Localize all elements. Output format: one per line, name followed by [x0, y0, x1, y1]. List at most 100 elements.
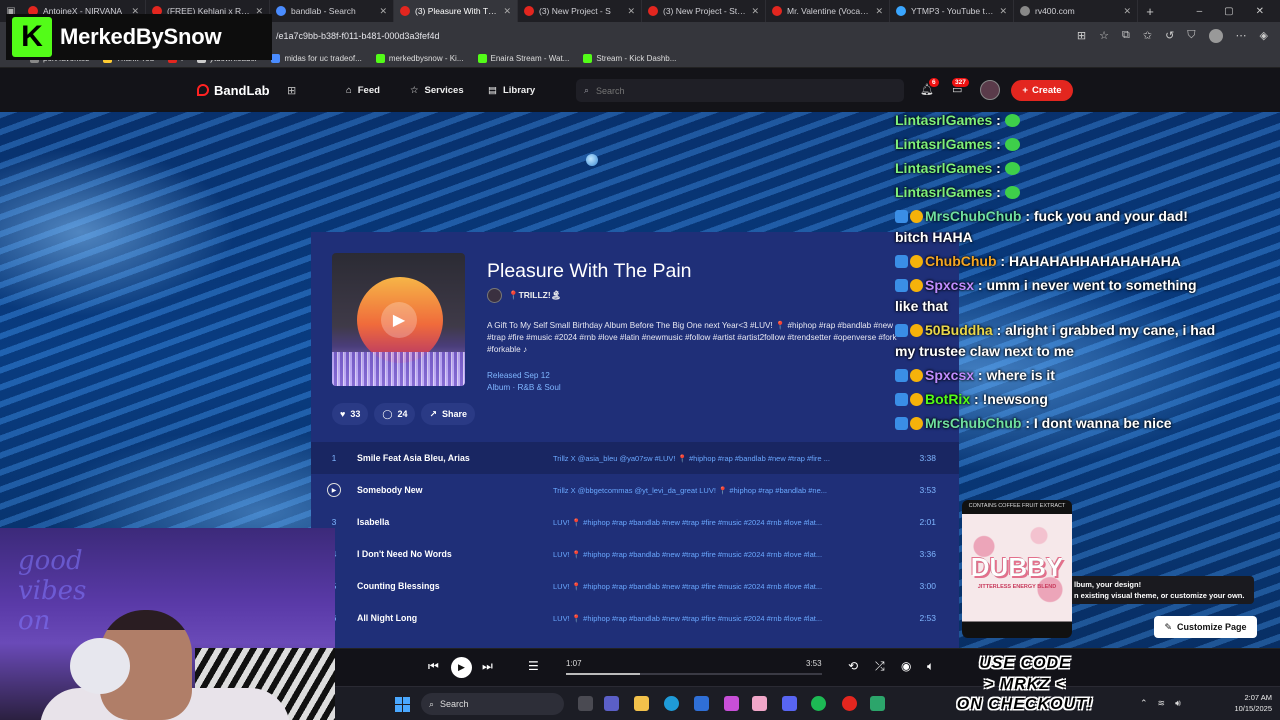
browser-tab[interactable]: bandlab - Search ✕ [270, 0, 394, 22]
artist-link[interactable]: 📍TRILLZ!🏝 [487, 288, 561, 303]
search-input[interactable] [596, 85, 877, 96]
copilot-icon[interactable]: ◈ [1260, 29, 1268, 42]
customize-page-label: Customize Page [1177, 622, 1247, 632]
nav-library[interactable]: ▤ Library [488, 85, 535, 96]
browser-tab[interactable]: (3) New Project - Studio ✕ [642, 0, 766, 22]
create-button[interactable]: + Create [1011, 80, 1073, 101]
browser-tab[interactable]: rv400.com ✕ [1014, 0, 1138, 22]
file-explorer-icon[interactable] [634, 696, 649, 711]
tab-close-icon[interactable]: ✕ [379, 6, 387, 17]
minimize-icon[interactable]: – [1197, 6, 1203, 17]
close-window-icon[interactable]: ✕ [1256, 6, 1264, 17]
tab-close-icon[interactable]: ✕ [627, 6, 635, 17]
more-menu-icon[interactable]: ⋯ [1236, 29, 1247, 42]
history-icon[interactable]: ↺ [1165, 29, 1174, 42]
speaker-icon[interactable]: 🔊︎ [1175, 698, 1181, 709]
track-row[interactable]: 3 Isabella LUV! 📍 #hiphop #rap #bandlab #n… [311, 506, 959, 538]
maximize-icon[interactable]: ▢ [1224, 6, 1233, 17]
cover-play-icon[interactable]: ▶ [381, 302, 417, 338]
tab-close-icon[interactable]: ✕ [503, 6, 511, 17]
bookmark-item[interactable]: Stream - Kick Dashb... [583, 53, 676, 63]
track-row[interactable]: ▶ Somebody New Trillz X @bbgetcommas @yt_l… [311, 474, 959, 506]
track-name: Counting Blessings [357, 581, 440, 591]
share-label: Share [442, 409, 468, 419]
track-row[interactable]: 6All Night LongLUV! 📍 #hiphop #rap #band… [311, 602, 959, 634]
nav-services[interactable]: ☆ Services [410, 85, 464, 96]
bandlab-logo[interactable]: BandLab [197, 83, 270, 98]
wifi-icon[interactable]: ≋ [1158, 698, 1166, 709]
store-icon[interactable] [694, 696, 709, 711]
track-play-icon[interactable]: ▶ [327, 483, 341, 497]
copilot-app-icon[interactable] [724, 696, 739, 711]
windows-start-icon[interactable] [395, 697, 410, 712]
task-view-icon[interactable] [578, 696, 593, 711]
bookmark-item[interactable]: midas for uc tradeof... [271, 53, 362, 63]
track-duration: 2:01 [919, 517, 936, 527]
bookmark-item[interactable]: merkedbysnow - Ki... [375, 53, 464, 63]
tab-close-icon[interactable]: ✕ [1123, 6, 1131, 17]
broadcast-icon[interactable]: ◉ [901, 659, 911, 673]
apps-grid-icon[interactable]: ⊞ [287, 84, 296, 97]
track-duration: 3:53 [919, 485, 936, 495]
track-row[interactable]: 5Counting BlessingsLUV! 📍 #hiphop #rap #… [311, 570, 959, 602]
repeat-icon[interactable]: ⟲ [848, 659, 858, 673]
tab-favicon-icon [896, 6, 906, 16]
notepad-icon[interactable] [870, 696, 885, 711]
streamer-name: MerkedBySnow [60, 24, 222, 49]
user-avatar[interactable] [980, 80, 1000, 100]
browser-tab[interactable]: Mr. Valentine (Vocals C ✕ [766, 0, 890, 22]
album-title: Pleasure With The Pain [487, 260, 692, 282]
discord-icon[interactable] [782, 696, 797, 711]
track-row[interactable]: 4I Don't Need No WordsLUV! 📍 #hiphop #ra… [311, 538, 959, 570]
previous-track-icon[interactable]: ⏮ [428, 659, 439, 674]
extensions-icon[interactable]: ⧉ [1122, 29, 1130, 42]
browser-tab[interactable]: (3) Pleasure With The P ✕ [394, 0, 518, 22]
bookmark-item[interactable]: Enaira Stream - Wat... [477, 53, 569, 63]
bookmark-star-icon[interactable]: ☆ [1099, 29, 1109, 42]
profile-avatar[interactable] [1208, 28, 1223, 43]
bookmark-label: midas for uc tradeof... [284, 53, 362, 63]
nav-feed[interactable]: ⌂ Feed [346, 85, 380, 96]
obs-icon[interactable] [842, 696, 857, 711]
tab-close-icon[interactable]: ✕ [875, 6, 883, 17]
comment-button[interactable]: ◯ 24 [374, 403, 416, 425]
shield-icon[interactable]: ⛉ [1187, 29, 1195, 42]
edge-icon[interactable] [664, 696, 679, 711]
track-description: LUV! 📍 #hiphop #rap #bandlab #new #trap … [553, 517, 823, 527]
customize-page-button[interactable]: ✎ Customize Page [1154, 616, 1257, 638]
artist-name: 📍TRILLZ!🏝 [508, 290, 562, 300]
browser-tab[interactable]: (3) New Project - S ✕ [518, 0, 642, 22]
taskbar-search-label: Search [440, 699, 469, 709]
messages-badge: 327 [952, 78, 969, 87]
play-pause-button[interactable]: ▶ [451, 657, 472, 678]
album-genre[interactable]: Album · R&B & Soul [487, 382, 561, 394]
track-row[interactable]: 1 Smile Feat Asia Bleu, Arias Trillz X @as… [311, 442, 959, 474]
install-icon[interactable]: ⊞ [1077, 29, 1086, 42]
url-field[interactable]: /e1a7c9bb-b38f-f011-b481-000d3a3fef4d [276, 31, 1077, 41]
photos-icon[interactable] [752, 696, 767, 711]
tab-close-icon[interactable]: ✕ [751, 6, 759, 17]
teams-icon[interactable] [604, 696, 619, 711]
bandlab-brand-text: BandLab [214, 82, 270, 98]
comment-icon: ◯ [382, 408, 393, 419]
taskbar-clock[interactable]: 2:07 AM 10/15/2025 [1228, 692, 1272, 714]
chat-emote-icon [1004, 114, 1020, 127]
chat-message: Spxcsx : umm i never went to something l… [895, 275, 1220, 317]
seek-bar[interactable] [566, 673, 822, 675]
chat-username: LintasrlGames [895, 136, 993, 152]
tray-chevron-icon[interactable]: ⌃ [1140, 698, 1148, 709]
queue-icon[interactable]: ☰ [528, 659, 539, 673]
taskbar-search[interactable]: ⌕ Search [421, 693, 564, 715]
like-button[interactable]: ♥ 33 [332, 403, 369, 425]
spotify-icon[interactable] [811, 696, 826, 711]
search-box[interactable]: ⌕ [576, 79, 904, 102]
album-cover[interactable]: ▶ [332, 253, 465, 386]
next-track-icon[interactable]: ⏭ [482, 659, 493, 674]
track-description: LUV! 📍 #hiphop #rap #bandlab #new #trap … [553, 549, 823, 559]
favorites-icon[interactable]: ✩ [1143, 29, 1152, 42]
browser-tab[interactable]: YTMP3 - YouTube to M ✕ [890, 0, 1014, 22]
share-button[interactable]: ↗ Share [421, 403, 476, 425]
shuffle-icon[interactable]: ⤮ [875, 659, 885, 674]
new-tab-button[interactable]: + [1138, 4, 1162, 19]
tab-close-icon[interactable]: ✕ [999, 6, 1007, 17]
